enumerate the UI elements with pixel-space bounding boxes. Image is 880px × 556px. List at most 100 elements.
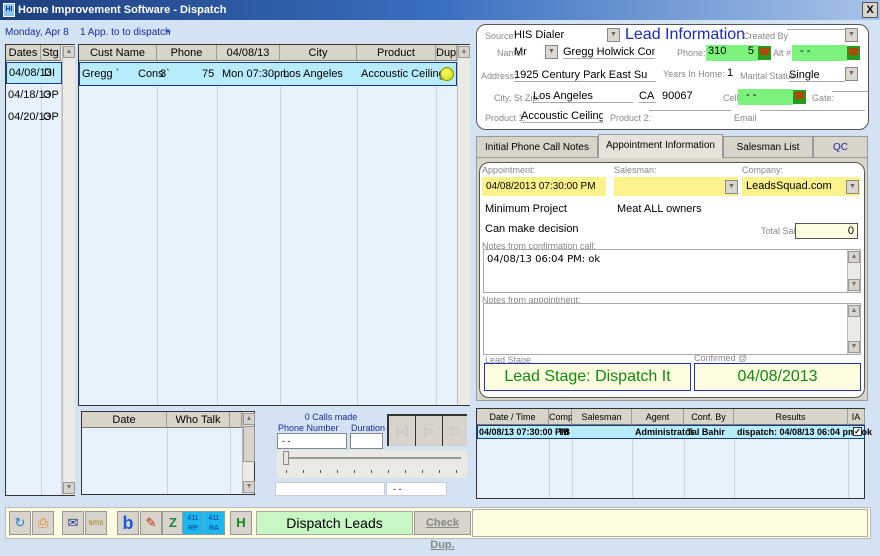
- appointment-notes-field[interactable]: ▲ ▼: [483, 303, 861, 355]
- scroll-down-icon[interactable]: ▼: [243, 481, 255, 493]
- col-header-city[interactable]: City: [280, 45, 357, 61]
- check-dup-button[interactable]: Check Dup.: [414, 511, 471, 551]
- previous-button[interactable]: |◁: [389, 416, 415, 446]
- stop-button[interactable]: □: [443, 416, 467, 446]
- col-header-date[interactable]: 04/08/13: [217, 45, 280, 61]
- dates-row[interactable]: 04/18/13 OP: [6, 84, 62, 106]
- playback-slider[interactable]: [277, 450, 467, 478]
- col-header-stg[interactable]: Stg: [41, 45, 61, 61]
- product1-value[interactable]: Accoustic Ceiling: [521, 110, 603, 123]
- phone-label: Phone:: [677, 48, 706, 58]
- appointment-notes-scrollbar[interactable]: ▲ ▼: [847, 304, 860, 354]
- cell-phone-field[interactable]: - -: [738, 89, 793, 105]
- scroll-down-icon[interactable]: ▼: [848, 341, 860, 353]
- tab-salesman-list[interactable]: Salesman List: [723, 136, 813, 158]
- source-dropdown-icon[interactable]: ▼: [607, 28, 620, 42]
- email-button[interactable]: ✉: [62, 511, 84, 535]
- add-button[interactable]: +: [165, 27, 171, 38]
- alt-phone-dial-icon[interactable]: ☎: [847, 46, 860, 60]
- calls-scrollbar[interactable]: ▲ ▼: [242, 412, 255, 494]
- col-header-product[interactable]: Product: [357, 45, 436, 61]
- b-button[interactable]: b: [117, 511, 139, 535]
- state-value[interactable]: CA: [639, 90, 656, 103]
- col-header-conf-by[interactable]: Conf. By: [684, 409, 734, 425]
- tab-initial-phone-call-notes[interactable]: Initial Phone Call Notes: [476, 136, 598, 158]
- col-header-phone[interactable]: Phone: [157, 45, 217, 61]
- col-header-dup[interactable]: Dup: [436, 45, 457, 61]
- marital-status-dropdown-icon[interactable]: ▼: [845, 67, 858, 81]
- refresh-button[interactable]: ↻: [9, 511, 31, 535]
- appointment-field[interactable]: 04/08/2013 07:30:00 PM: [482, 177, 606, 196]
- zip-value[interactable]: 90067-: [662, 90, 692, 102]
- years-in-home-value[interactable]: 1: [727, 67, 735, 79]
- marital-status-value[interactable]: Single: [789, 69, 845, 82]
- zillow-button[interactable]: Z: [162, 511, 184, 535]
- confirmation-notes-scrollbar[interactable]: ▲ ▼: [847, 250, 860, 292]
- 411-rp-button[interactable]: 411 RP: [182, 511, 204, 535]
- salutation-value[interactable]: Mr: [514, 46, 544, 58]
- cell-dial-icon[interactable]: ☎: [793, 90, 806, 104]
- created-by-dropdown-icon[interactable]: ▼: [845, 28, 858, 42]
- name-value[interactable]: Gregg Holwick Construct: [563, 46, 655, 59]
- tab-appointment-information[interactable]: Appointment Information: [598, 134, 723, 158]
- dates-row[interactable]: 04/08/13 DI: [6, 62, 62, 84]
- 411-ra-button[interactable]: 411 RA: [203, 511, 225, 535]
- slider-thumb[interactable]: [283, 451, 289, 465]
- close-button[interactable]: X: [862, 2, 878, 18]
- col-header-dates[interactable]: Dates: [6, 45, 41, 61]
- print-button[interactable]: ⎙: [32, 511, 54, 535]
- phone-dial-icon[interactable]: ☎: [758, 46, 771, 60]
- confirmation-notes-text: 04/08/13 06:04 PM: ok: [487, 254, 601, 265]
- dispatch-leads-button[interactable]: Dispatch Leads: [256, 511, 413, 535]
- col-header-salesman[interactable]: Salesman: [572, 409, 632, 425]
- col-header-ia[interactable]: IA: [848, 409, 865, 425]
- confirmation-notes-field[interactable]: 04/08/13 06:04 PM: ok ▲ ▼: [483, 249, 861, 293]
- history-row[interactable]: 04/08/13 07:30:00 PM TB Administrator Ta…: [477, 425, 872, 439]
- gate-value[interactable]: [832, 91, 868, 92]
- scroll-up-icon[interactable]: ▲: [458, 46, 470, 58]
- col-header-cust-name[interactable]: Cust Name: [79, 45, 157, 61]
- scroll-up-icon[interactable]: ▲: [243, 413, 255, 425]
- col-header-agent[interactable]: Agent: [632, 409, 684, 425]
- phone-field[interactable]: 310 5: [706, 45, 758, 61]
- col-header-who-talk[interactable]: Who Talk: [167, 412, 230, 428]
- col-header-call-date[interactable]: Date: [82, 412, 167, 428]
- col-header-company[interactable]: Compa: [549, 409, 578, 425]
- created-by-value[interactable]: [787, 29, 845, 30]
- salutation-dropdown-icon[interactable]: ▼: [545, 45, 558, 59]
- scroll-up-icon[interactable]: ▲: [848, 305, 860, 317]
- city-value[interactable]: Los Angeles: [533, 90, 633, 103]
- row-stage: OP: [43, 89, 59, 101]
- tab-qc[interactable]: QC: [813, 136, 868, 158]
- col-header-results[interactable]: Results: [734, 409, 848, 425]
- scroll-thumb[interactable]: [243, 426, 255, 462]
- company-field[interactable]: LeadsSquad.com: [742, 177, 860, 196]
- alt-phone-field[interactable]: - -: [792, 45, 847, 61]
- product2-value[interactable]: [649, 110, 731, 111]
- scroll-down-icon[interactable]: ▼: [848, 279, 860, 291]
- dup-indicator-icon[interactable]: [440, 67, 454, 81]
- salesman-dropdown-icon[interactable]: ▼: [725, 180, 738, 194]
- ia-checkbox[interactable]: ✓: [853, 427, 862, 436]
- play-button[interactable]: ▷: [416, 416, 442, 446]
- zillow-icon: Z: [169, 515, 177, 530]
- dates-scrollbar[interactable]: ▲ ▼: [62, 45, 75, 495]
- col-header-date-time[interactable]: Date / Time: [477, 409, 549, 425]
- h-button[interactable]: H: [230, 511, 252, 535]
- dates-row[interactable]: 04/20/13 OP: [6, 106, 62, 128]
- company-dropdown-icon[interactable]: ▼: [846, 180, 859, 194]
- address-value[interactable]: 1925 Century Park East Su: [514, 69, 656, 82]
- email-value[interactable]: [760, 110, 865, 111]
- lead-row[interactable]: Gregg ` Cons 3` 75 Mon 07:30pm Los Angel…: [79, 62, 457, 86]
- scroll-up-icon[interactable]: ▲: [848, 251, 860, 263]
- scroll-down-icon[interactable]: ▼: [63, 482, 75, 494]
- total-sale-field[interactable]: 0: [795, 223, 858, 239]
- phone-number-field[interactable]: - -: [277, 433, 347, 449]
- source-value[interactable]: HIS Dialer: [514, 29, 604, 41]
- scroll-up-icon[interactable]: ▲: [63, 46, 75, 58]
- salesman-field[interactable]: [614, 177, 738, 196]
- leads-scrollbar[interactable]: ▲: [457, 45, 470, 405]
- duration-field[interactable]: [350, 433, 383, 449]
- sms-button[interactable]: sms: [85, 511, 107, 535]
- map-button[interactable]: ✎: [140, 511, 162, 535]
